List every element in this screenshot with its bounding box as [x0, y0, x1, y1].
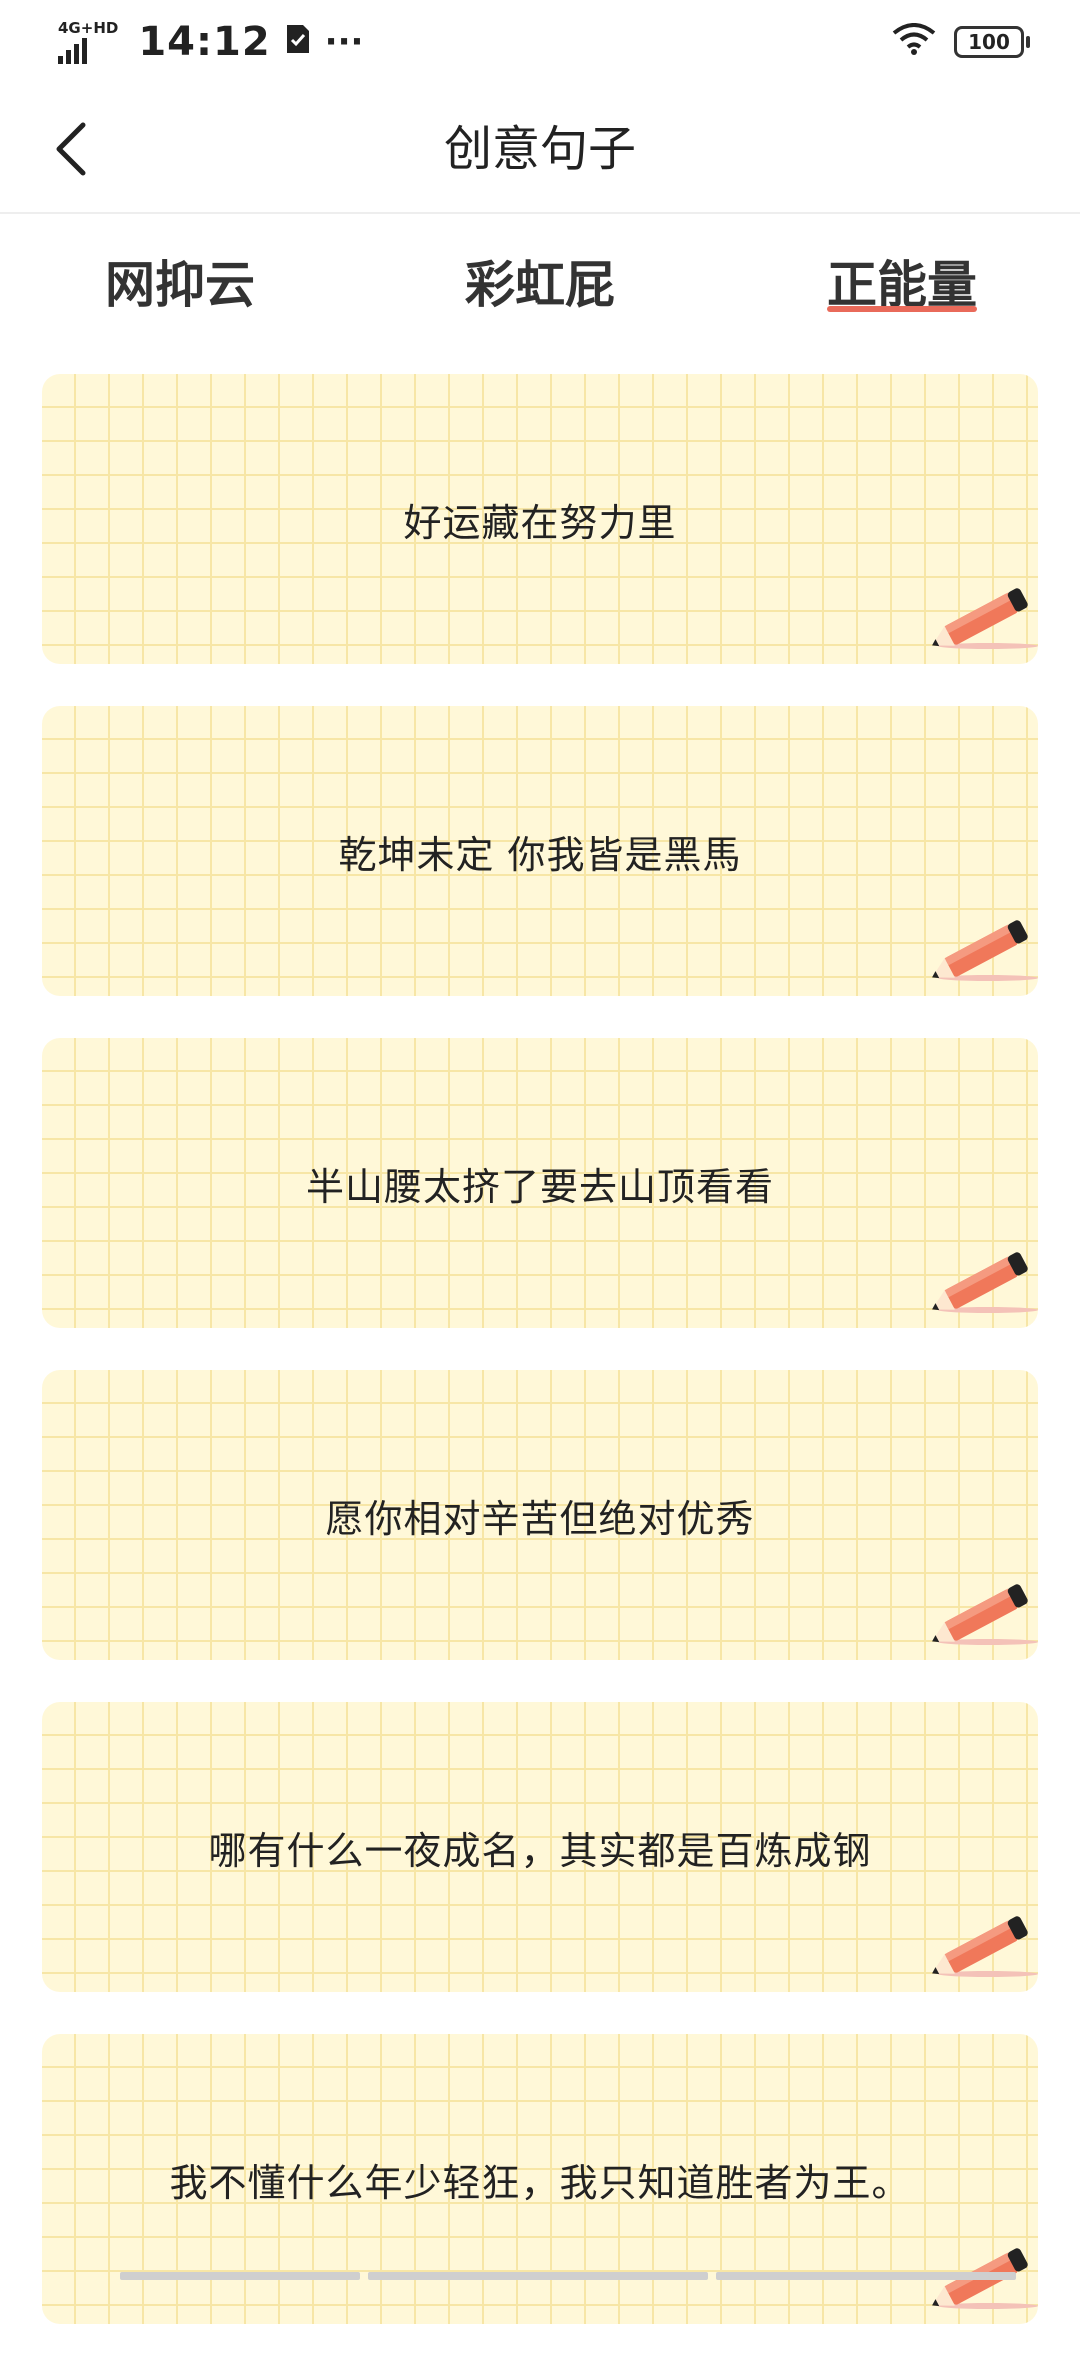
tab-wangyiyun[interactable]: 网抑云 — [60, 230, 300, 340]
battery-icon: 100 — [954, 26, 1024, 58]
placeholder-bar — [716, 2272, 1016, 2280]
pencil-icon — [918, 1240, 1038, 1320]
sentence-card[interactable]: 愿你相对辛苦但绝对优秀 — [42, 1370, 1038, 1660]
sentence-text: 乾坤未定 你我皆是黑馬 — [42, 706, 1038, 996]
pencil-icon — [918, 1572, 1038, 1652]
sentence-card[interactable]: 哪有什么一夜成名，其实都是百炼成钢 — [42, 1702, 1038, 1992]
tab-caihongpi[interactable]: 彩虹屁 — [420, 230, 660, 340]
wifi-icon — [892, 20, 936, 64]
network-type: 4G+HD — [58, 21, 118, 36]
status-time: 14:12 — [138, 19, 270, 65]
nav-bar: 创意句子 — [0, 84, 1080, 214]
status-left: 4G+HD 14:12 ··· — [58, 19, 363, 65]
status-bar: 4G+HD 14:12 ··· 100 — [0, 0, 1080, 84]
sentence-text: 好运藏在努力里 — [42, 374, 1038, 664]
page-title: 创意句子 — [0, 114, 1080, 184]
tab-label: 正能量 — [827, 256, 977, 314]
sentence-card[interactable]: 半山腰太挤了要去山顶看看 — [42, 1038, 1038, 1328]
sentence-card[interactable]: 我不懂什么年少轻狂，我只知道胜者为王。 — [42, 2034, 1038, 2324]
more-notifications-icon: ··· — [325, 22, 364, 62]
signal-icon — [58, 38, 87, 64]
tab-zhengnengliang[interactable]: 正能量 — [782, 230, 1022, 340]
sentence-card[interactable]: 好运藏在努力里 — [42, 374, 1038, 664]
status-right: 100 — [892, 20, 1024, 64]
pencil-icon — [918, 576, 1038, 656]
category-tabs: 网抑云 彩虹屁 正能量 — [0, 230, 1080, 340]
sentence-text: 愿你相对辛苦但绝对优秀 — [42, 1370, 1038, 1660]
sentence-list: 好运藏在努力里 乾坤未定 你我皆是黑馬 半山腰太挤了要去 — [42, 374, 1038, 2366]
sentence-card[interactable]: 乾坤未定 你我皆是黑馬 — [42, 706, 1038, 996]
network-indicator: 4G+HD — [58, 21, 118, 64]
pencil-icon — [918, 1904, 1038, 1984]
sim-card-icon — [285, 20, 311, 64]
pencil-icon — [918, 908, 1038, 988]
placeholder-bar — [368, 2272, 708, 2280]
battery-level: 100 — [968, 30, 1010, 54]
tab-label: 彩虹屁 — [465, 256, 615, 314]
sentence-text: 半山腰太挤了要去山顶看看 — [42, 1038, 1038, 1328]
tab-label: 网抑云 — [105, 256, 255, 314]
sentence-text: 我不懂什么年少轻狂，我只知道胜者为王。 — [42, 2034, 1038, 2324]
bottom-placeholder-bars — [120, 2272, 1020, 2280]
sentence-text: 哪有什么一夜成名，其实都是百炼成钢 — [42, 1702, 1038, 1992]
placeholder-bar — [120, 2272, 360, 2280]
